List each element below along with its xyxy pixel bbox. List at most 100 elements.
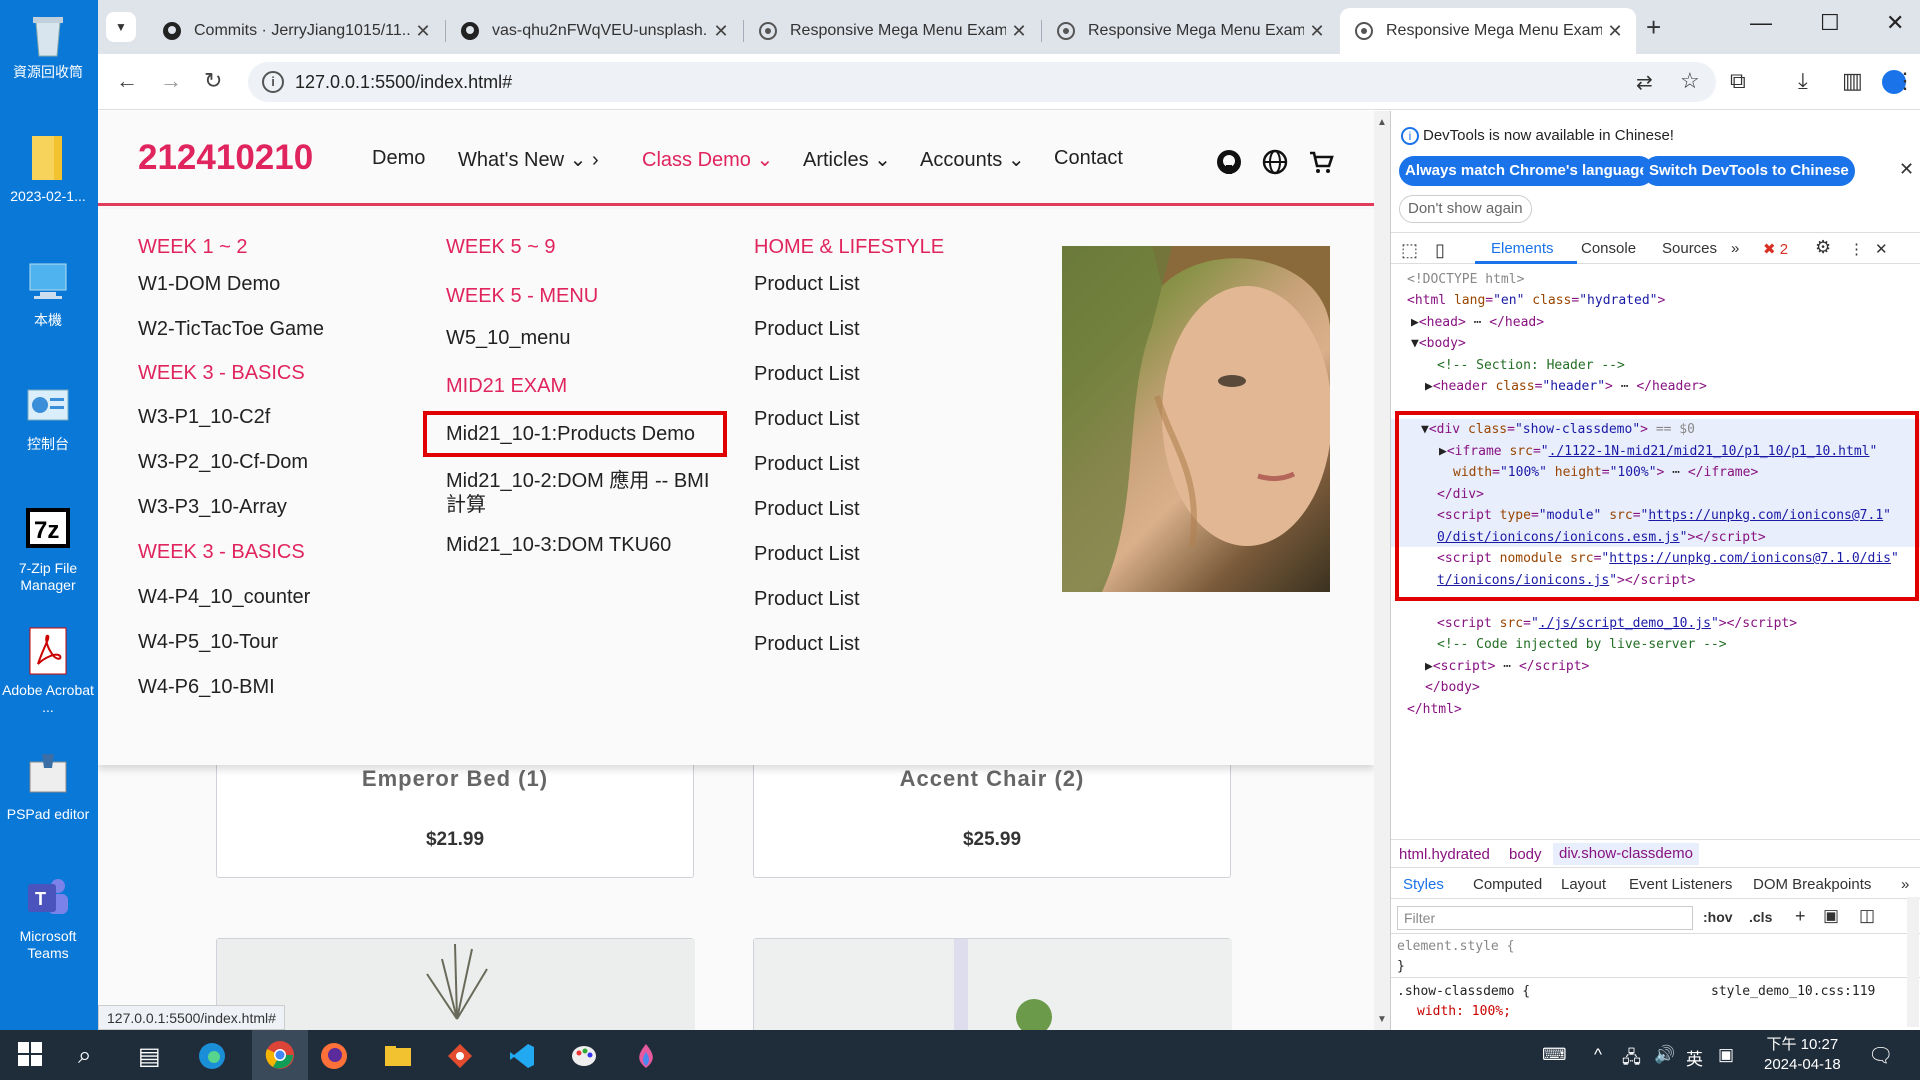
search-icon[interactable]: ⌕: [78, 1042, 91, 1070]
breadcrumb-html[interactable]: html.hydrated: [1399, 846, 1490, 863]
desktop-icon-acrobat[interactable]: Adobe Acrobat ...: [0, 626, 96, 716]
dom-line[interactable]: ▶<script> ⋯ </script>: [1425, 656, 1589, 678]
scroll-down-arrow[interactable]: ▼: [1377, 1014, 1387, 1025]
dom-line[interactable]: </body>: [1425, 677, 1480, 699]
forward-button[interactable]: →: [160, 68, 182, 94]
mega-item[interactable]: W4-P4_10_counter: [138, 585, 310, 609]
tab-styles[interactable]: Styles: [1403, 876, 1444, 893]
dom-line[interactable]: <script src="./js/script_demo_10.js"></s…: [1437, 613, 1797, 635]
address-bar[interactable]: i 127.0.0.1:5500/index.html# ⇄ ☆: [248, 62, 1716, 102]
dom-line[interactable]: <!-- Section: Header -->: [1437, 355, 1625, 377]
tab-unsplash[interactable]: vas-qhu2nFWqVEU-unsplash... ✕: [446, 8, 742, 54]
dont-show-again-button[interactable]: Don't show again: [1399, 195, 1532, 223]
tab-sources[interactable]: Sources: [1662, 240, 1717, 257]
tab-mega-menu-1[interactable]: Responsive Mega Menu Exam... ✕: [744, 8, 1040, 54]
new-rule-icon[interactable]: +: [1795, 906, 1806, 927]
paint-app-icon[interactable]: [570, 1042, 598, 1077]
product-image-card[interactable]: [216, 938, 695, 1030]
mega-item[interactable]: Product List: [754, 542, 860, 566]
firefox-icon[interactable]: [320, 1042, 348, 1077]
product-card[interactable]: Accent Chair (2) $25.99: [753, 751, 1231, 878]
ime-mode-icon[interactable]: ▣: [1718, 1045, 1734, 1065]
scroll-up-arrow[interactable]: ▲: [1377, 117, 1387, 128]
more-style-tabs-icon[interactable]: »: [1901, 876, 1909, 893]
settings-gear-icon[interactable]: ⚙: [1815, 237, 1831, 258]
breadcrumb-body[interactable]: body: [1509, 846, 1542, 863]
mega-item[interactable]: W3-P3_10-Array: [138, 495, 287, 519]
close-tab-icon[interactable]: ✕: [1006, 21, 1032, 42]
dom-line[interactable]: <!DOCTYPE html>: [1407, 269, 1524, 291]
new-tab-button[interactable]: +: [1646, 12, 1661, 43]
mega-item[interactable]: W4-P6_10-BMI: [138, 675, 275, 699]
close-tab-icon[interactable]: ✕: [708, 21, 734, 42]
styles-scrollbar[interactable]: [1907, 897, 1919, 1027]
mega-item-continued[interactable]: 計算: [446, 493, 486, 517]
extensions-icon[interactable]: ⧉: [1730, 68, 1746, 94]
tab-commits[interactable]: Commits · JerryJiang1015/11... ✕: [148, 8, 444, 54]
desktop-icon-7zip[interactable]: 7z 7-Zip File Manager: [0, 504, 96, 594]
side-panel-icon[interactable]: ▥: [1842, 68, 1863, 94]
product-card[interactable]: Emperor Bed (1) $21.99: [216, 751, 694, 878]
nav-contact[interactable]: Contact: [1054, 147, 1123, 170]
close-tab-icon[interactable]: ✕: [1602, 21, 1628, 42]
start-button[interactable]: [18, 1042, 42, 1073]
nav-demo[interactable]: Demo: [372, 147, 425, 170]
product-image-card[interactable]: [753, 938, 1232, 1030]
show-hidden-icons-icon[interactable]: ^: [1594, 1045, 1602, 1065]
hov-toggle[interactable]: :hov: [1703, 909, 1733, 925]
css-rule-source-link[interactable]: style_demo_10.css:119: [1711, 984, 1875, 999]
dom-line[interactable]: <!-- Code injected by live-server -->: [1437, 634, 1727, 656]
paint3d-icon[interactable]: [632, 1042, 660, 1077]
desktop-icon-recycle-bin[interactable]: 資源回收筒: [0, 8, 96, 81]
nav-whats-new[interactable]: What's New ⌄ ›: [458, 147, 599, 172]
close-notice-icon[interactable]: ✕: [1899, 159, 1914, 180]
globe-icon[interactable]: [1262, 149, 1288, 182]
network-icon[interactable]: 🖧: [1622, 1045, 1641, 1074]
cart-icon[interactable]: [1308, 149, 1334, 182]
mega-item[interactable]: Mid21_10-2:DOM 應用 -- BMI: [446, 469, 709, 493]
mega-item[interactable]: W2-TicTacToe Game: [138, 317, 324, 341]
breadcrumb-div[interactable]: div.show-classdemo: [1553, 843, 1699, 865]
url-text[interactable]: 127.0.0.1:5500/index.html#: [295, 72, 512, 93]
css-property[interactable]: width: 100%;: [1417, 1004, 1511, 1019]
dom-line[interactable]: ▶<head> ⋯ </head>: [1411, 312, 1544, 334]
menu-kebab-icon[interactable]: ⋮: [1894, 68, 1916, 94]
desktop-icon-teams[interactable]: T Microsoft Teams: [0, 872, 96, 962]
bookmark-star-icon[interactable]: ☆: [1680, 68, 1700, 94]
back-button[interactable]: ←: [116, 68, 138, 94]
ime-indicator[interactable]: 英: [1686, 1045, 1703, 1070]
reload-button[interactable]: ↻: [204, 68, 222, 94]
mega-item[interactable]: Mid21_10-3:DOM TKU60: [446, 533, 671, 557]
mega-item[interactable]: W5_10_menu: [446, 326, 571, 350]
always-match-language-button[interactable]: Always match Chrome's language: [1399, 156, 1654, 186]
minimize-button[interactable]: —: [1750, 10, 1772, 36]
cls-toggle[interactable]: .cls: [1749, 909, 1772, 925]
keyboard-icon[interactable]: ⌨: [1542, 1045, 1567, 1065]
task-view-icon[interactable]: ▤: [138, 1042, 161, 1071]
element-style-rule[interactable]: element.style {: [1397, 939, 1514, 954]
mega-item[interactable]: W4-P5_10-Tour: [138, 630, 278, 654]
close-tab-icon[interactable]: ✕: [1304, 21, 1330, 42]
translate-icon[interactable]: ⇄: [1636, 70, 1653, 95]
inspect-element-icon[interactable]: ⬚: [1401, 240, 1418, 261]
mega-item[interactable]: W3-P1_10-C2f: [138, 405, 270, 429]
nav-accounts[interactable]: Accounts ⌄: [920, 147, 1025, 172]
desktop-icon-control-panel[interactable]: 控制台: [0, 380, 96, 453]
mega-item[interactable]: Product List: [754, 407, 860, 431]
tab-search-button[interactable]: ▼: [106, 12, 136, 42]
mega-item[interactable]: W1-DOM Demo: [138, 272, 280, 296]
mega-item[interactable]: W3-P2_10-Cf-Dom: [138, 450, 308, 474]
styles-filter-input[interactable]: Filter: [1397, 906, 1693, 930]
mega-item[interactable]: Product List: [754, 632, 860, 656]
css-rule-selector[interactable]: .show-classdemo {: [1397, 984, 1530, 999]
paint-icon[interactable]: ▣: [1823, 906, 1839, 926]
tab-elements[interactable]: Elements: [1491, 240, 1554, 257]
device-toolbar-icon[interactable]: ▯: [1435, 240, 1445, 261]
error-badge[interactable]: ✖ 2: [1763, 240, 1788, 258]
download-icon[interactable]: ⤓: [1798, 68, 1808, 94]
mega-item-products-demo[interactable]: Mid21_10-1:Products Demo: [446, 422, 695, 446]
dom-line[interactable]: </html>: [1407, 699, 1462, 721]
desktop-icon-pspad[interactable]: PSPad editor: [0, 750, 96, 823]
tab-dom-breakpoints[interactable]: DOM Breakpoints: [1753, 876, 1871, 893]
mega-item[interactable]: Product List: [754, 452, 860, 476]
